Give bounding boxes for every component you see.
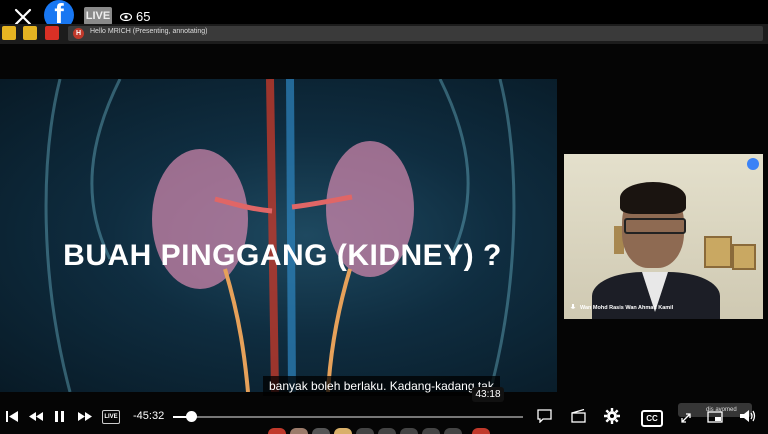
- skip-back-icon[interactable]: [6, 411, 18, 422]
- kidney-illustration: [44, 79, 516, 392]
- presenter-toolbar: H Hello MRICH (Presenting, annotating): [0, 24, 768, 44]
- camera-name-text: Wan Mohd Rasis Wan Ahmad Kamil: [580, 304, 674, 311]
- viewer-count: 65: [120, 9, 150, 24]
- settings-gear-icon[interactable]: [604, 408, 620, 424]
- clip-icon[interactable]: [571, 409, 586, 423]
- comment-icon[interactable]: [537, 409, 552, 423]
- rewind-icon[interactable]: [29, 412, 43, 421]
- progress-handle[interactable]: [185, 411, 197, 422]
- pointer-tool-icon[interactable]: [23, 26, 37, 40]
- seek-time-tooltip: 43:18: [472, 387, 504, 402]
- mic-icon: [570, 304, 576, 309]
- slide-title: BUAH PINGGANG (KIDNEY) ?: [63, 239, 502, 272]
- pin-icon[interactable]: [747, 158, 759, 170]
- progress-track[interactable]: [173, 416, 523, 418]
- expand-icon[interactable]: [681, 413, 691, 423]
- volume-icon[interactable]: [740, 409, 756, 423]
- go-live-button[interactable]: LIVE: [102, 410, 120, 424]
- annotation-tool-icon[interactable]: [2, 26, 16, 40]
- wall-frame: [732, 244, 756, 270]
- time-remaining: -45:32: [133, 410, 165, 422]
- pause-icon[interactable]: [55, 411, 64, 422]
- presenting-status-text: Hello MRICH (Presenting, annotating): [90, 28, 208, 35]
- viewer-count-value: 65: [136, 9, 151, 24]
- eye-icon: [120, 12, 132, 21]
- presenter-avatar: H: [73, 28, 84, 39]
- picture-in-picture-icon[interactable]: [707, 411, 723, 423]
- fast-forward-icon[interactable]: [78, 412, 92, 421]
- caption-text: banyak boleh berlaku. Kadang-kadang tak: [263, 376, 500, 396]
- live-badge: LIVE: [84, 7, 112, 25]
- presentation-slide: BUAH PINGGANG (KIDNEY) ?: [0, 79, 557, 392]
- presenter-hair: [620, 182, 686, 214]
- record-icon[interactable]: [45, 26, 59, 40]
- camera-name-label: Wan Mohd Rasis Wan Ahmad Kamil: [570, 304, 673, 311]
- reaction-strip: [268, 428, 498, 434]
- closed-captions-button[interactable]: CC: [641, 410, 663, 427]
- wall-frame: [704, 236, 732, 268]
- presenting-status-bar: H Hello MRICH (Presenting, annotating): [68, 26, 763, 41]
- presenter-glasses: [624, 218, 686, 234]
- presenter-camera[interactable]: Wan Mohd Rasis Wan Ahmad Kamil: [564, 154, 763, 319]
